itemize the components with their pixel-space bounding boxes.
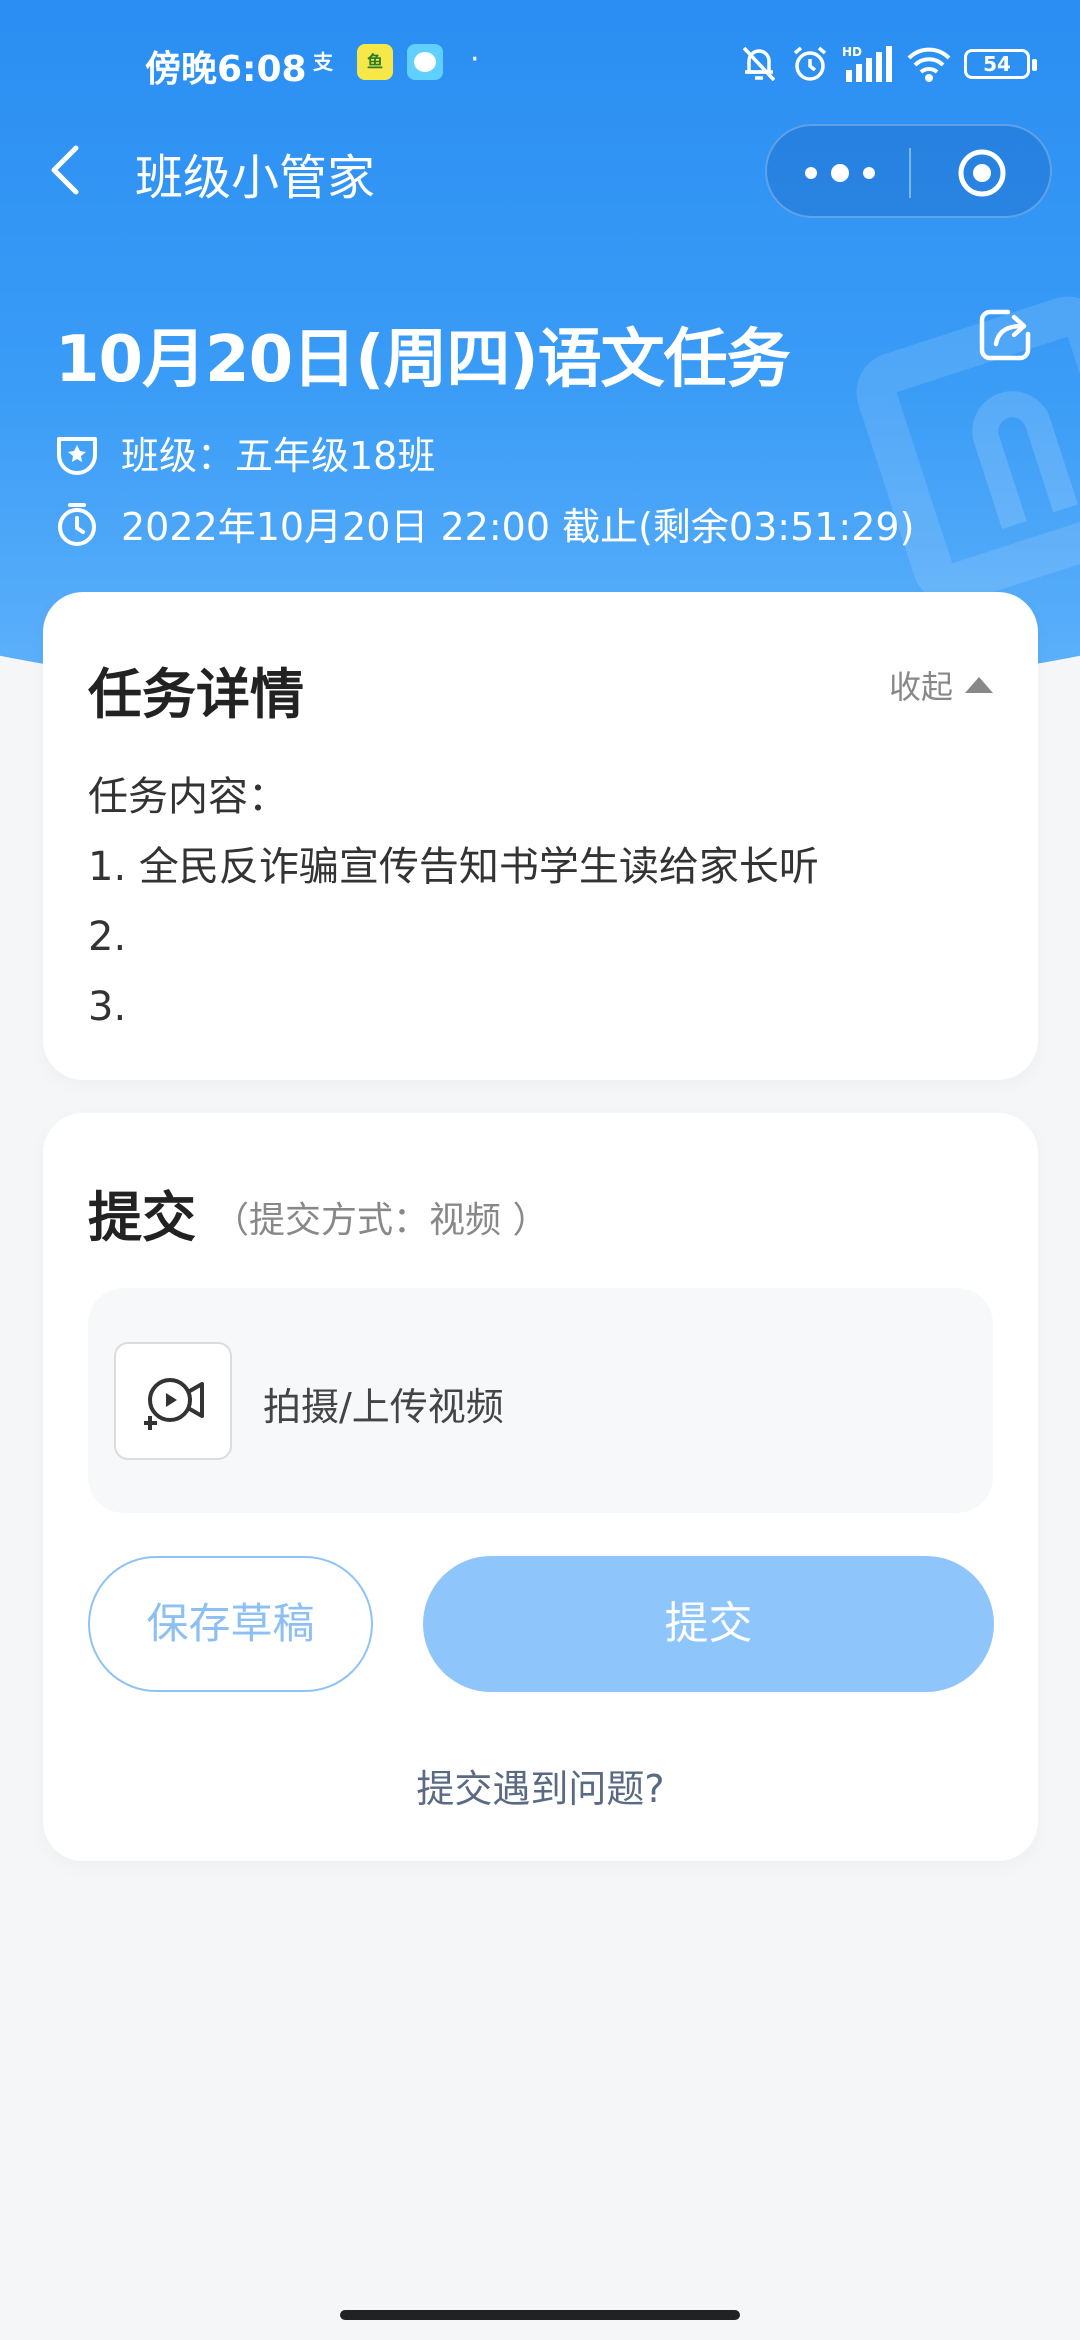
more-dots-icon[interactable] <box>805 155 875 191</box>
timer-icon <box>58 502 96 546</box>
detail-title: 任务详情 <box>88 663 304 726</box>
video-camera-plus-icon <box>144 1378 204 1430</box>
upload-video-button[interactable] <box>114 1342 232 1460</box>
back-arrow-icon[interactable] <box>42 140 92 200</box>
submit-method: （提交方式：视频 ） <box>213 1200 549 1241</box>
deadline-label: 2022年10月20日 22:00 截止(剩余03:51:29) <box>121 505 915 549</box>
task-content: 任务内容： 1. 全民反诈骗宣传告知书学生读给家长听 2. 3. <box>88 762 819 1042</box>
chat-app-icon <box>407 44 443 80</box>
mute-icon <box>742 46 776 82</box>
task-content-line: 任务内容： <box>88 774 288 820</box>
share-icon[interactable] <box>978 306 1034 362</box>
miniprogram-capsule <box>765 124 1052 218</box>
hd-signal-icon: HD <box>842 45 892 82</box>
close-target-icon[interactable] <box>957 148 1007 198</box>
submit-title: 提交 <box>88 1186 196 1249</box>
task-detail-card: 任务详情 收起 任务内容： 1. 全民反诈骗宣传告知书学生读给家长听 2. 3. <box>43 592 1038 1080</box>
task-content-line: 1. 全民反诈骗宣传告知书学生读给家长听 <box>88 844 819 890</box>
save-draft-button[interactable]: 保存草稿 <box>88 1556 373 1692</box>
home-indicator[interactable] <box>340 2310 740 2320</box>
fish-app-icon: 鱼 <box>357 44 393 80</box>
submit-button[interactable]: 提交 <box>423 1556 994 1692</box>
class-info: 班级：五年级18班 <box>55 425 435 480</box>
class-badge-icon <box>57 436 97 475</box>
nav-title: 班级小管家 <box>135 150 376 206</box>
deadline-info: 2022年10月20日 22:00 截止(剩余03:51:29) <box>55 496 914 551</box>
submit-card: 提交 （提交方式：视频 ） 拍摄/上传视频 保存草稿 提交 提交遇到问题? <box>43 1113 1038 1861</box>
status-icons: HD 54 <box>740 40 1037 88</box>
page: 傍晚6:08 支 鱼 · HD 54 班级小管家 10月20日(周四)语文任务 … <box>0 0 1080 2340</box>
upload-label: 拍摄/上传视频 <box>263 1385 504 1429</box>
status-time: 傍晚6:08 <box>145 49 307 90</box>
collapse-label: 收起 <box>888 668 953 706</box>
class-label: 班级：五年级18班 <box>121 434 436 478</box>
upload-video-area[interactable]: 拍摄/上传视频 <box>88 1288 993 1513</box>
wifi-icon <box>907 47 951 82</box>
task-content-line: 2. <box>88 914 127 960</box>
alipay-icon: 支 <box>313 50 333 74</box>
notification-dot: · <box>470 42 480 77</box>
alarm-icon <box>793 46 827 81</box>
submit-help-link[interactable]: 提交遇到问题? <box>43 1758 1038 1813</box>
task-title: 10月20日(周四)语文任务 <box>55 323 791 397</box>
collapse-button[interactable]: 收起 <box>889 662 993 708</box>
capsule-divider <box>909 148 911 198</box>
triangle-up-icon <box>965 677 993 693</box>
battery-indicator: 54 <box>964 49 1037 79</box>
status-bar: 傍晚6:08 支 鱼 · HD 54 <box>0 0 1080 130</box>
svg-text:HD: HD <box>842 45 862 59</box>
task-content-line: 3. <box>88 984 127 1030</box>
